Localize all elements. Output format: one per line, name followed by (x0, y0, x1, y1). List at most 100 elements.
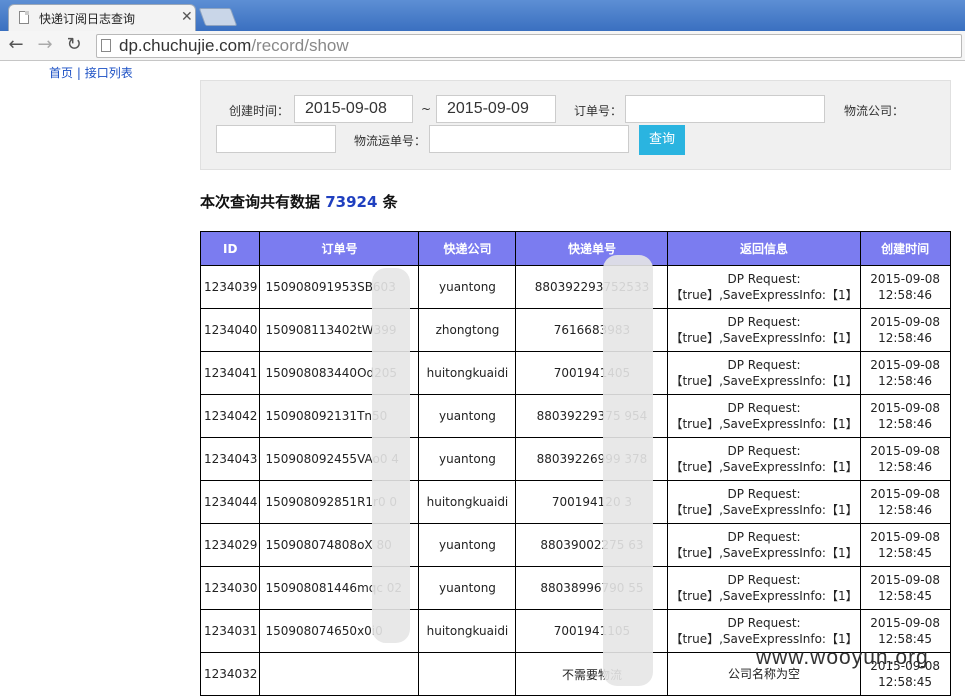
tracking-number-input[interactable] (429, 125, 629, 153)
return-info-line2: 【true】,SaveExpressInfo:【1】 (670, 589, 858, 603)
created-date: 2015-09-08 (870, 401, 940, 415)
table-row: 1234044 150908092851R1r0 0 huitongkuaidi 70… (199, 480, 951, 524)
cell-id: 1234044 (199, 480, 261, 524)
return-info-line1: DP Request: (727, 444, 801, 458)
table-row: 1234029 150908074808oX 80 yuantong 88039002… (199, 523, 951, 567)
logistics-company-input[interactable] (216, 125, 336, 153)
cell-return-info: DP Request: 【true】,SaveExpressInfo:【1】 (667, 351, 861, 395)
created-date: 2015-09-08 (870, 444, 940, 458)
summary-prefix: 本次查询共有数据 (200, 193, 321, 211)
browser-tabstrip: 快递订阅日志查询 ✕ (0, 0, 965, 31)
created-time: 12:58:46 (878, 503, 933, 517)
column-header-order: 订单号 (259, 231, 420, 266)
table-row: 1234041 150908083440Od205 huitongkuaidi 700… (199, 351, 951, 395)
date-from-input[interactable]: 2015-09-08 (294, 95, 413, 123)
cell-express-company: yuantong (418, 265, 517, 309)
home-link[interactable]: 首页 (49, 66, 73, 80)
tab-title: 快递订阅日志查询 (39, 12, 136, 26)
cell-express-company: yuantong (418, 523, 517, 567)
privacy-blur-tracking (603, 255, 653, 686)
back-icon[interactable]: ← (6, 35, 26, 55)
return-info-line2: 【true】,SaveExpressInfo:【1】 (670, 331, 858, 345)
browser-toolbar: ← → ↻ dp.chuchujie.com/record/show (0, 31, 965, 61)
return-info-line2: 【true】,SaveExpressInfo:【1】 (670, 288, 858, 302)
table-row: 1234040 150908113402tW399 zhongtong 7616683… (199, 308, 951, 352)
cell-id: 1234040 (199, 308, 261, 352)
cell-id: 1234042 (199, 394, 261, 438)
reload-icon[interactable]: ↻ (64, 35, 84, 55)
return-info-line2: 【true】,SaveExpressInfo:【1】 (670, 417, 858, 431)
table-row: 1234030 150908081446mqc 02 yuantong 8803899… (199, 566, 951, 610)
cell-express-company: yuantong (418, 394, 517, 438)
watermark: www.wooyun.org (756, 646, 929, 669)
result-summary: 本次查询共有数据 73924 条 (200, 191, 398, 212)
date-to-input[interactable]: 2015-09-09 (436, 95, 556, 123)
cell-express-company (418, 652, 517, 696)
return-info-line2: 【true】,SaveExpressInfo:【1】 (670, 374, 858, 388)
created-time: 12:58:46 (878, 331, 933, 345)
created-date: 2015-09-08 (870, 315, 940, 329)
cell-created-time: 2015-09-08 12:58:46 (859, 351, 951, 395)
return-info-line1: DP Request: (727, 315, 801, 329)
created-time: 12:58:46 (878, 288, 933, 302)
column-header-company: 快递公司 (418, 231, 517, 266)
cell-express-company: yuantong (418, 437, 517, 481)
cell-return-info: DP Request: 【true】,SaveExpressInfo:【1】 (667, 394, 861, 438)
created-time: 12:58:45 (878, 546, 933, 560)
api-list-link[interactable]: 接口列表 (85, 66, 133, 80)
date-range-separator: ~ (421, 102, 432, 116)
cell-return-info: DP Request: 【true】,SaveExpressInfo:【1】 (667, 480, 861, 524)
close-icon[interactable]: ✕ (181, 9, 193, 25)
top-nav: 首页 | 接口列表 (49, 64, 133, 81)
browser-tab-active[interactable]: 快递订阅日志查询 ✕ (8, 4, 196, 31)
return-info-line2: 【true】,SaveExpressInfo:【1】 (670, 546, 858, 560)
cell-return-info: DP Request: 【true】,SaveExpressInfo:【1】 (667, 308, 861, 352)
return-info-line2: 【true】,SaveExpressInfo:【1】 (670, 632, 858, 646)
cell-return-info: DP Request: 【true】,SaveExpressInfo:【1】 (667, 437, 861, 481)
order-number-label: 订单号： (574, 104, 623, 118)
cell-id: 1234032 (199, 652, 261, 696)
address-bar[interactable]: dp.chuchujie.com/record/show (96, 34, 962, 58)
column-header-info: 返回信息 (667, 231, 861, 266)
created-date: 2015-09-08 (870, 487, 940, 501)
cell-created-time: 2015-09-08 12:58:46 (859, 265, 951, 309)
return-info-line2: 【true】,SaveExpressInfo:【1】 (670, 503, 858, 517)
created-date: 2015-09-08 (870, 573, 940, 587)
table-row: 1234039 150908091953SB603 yuantong 88039229… (199, 265, 951, 309)
column-header-id: ID (199, 231, 261, 266)
created-time: 12:58:45 (878, 632, 933, 646)
created-time-label: 创建时间： (229, 104, 290, 118)
privacy-blur-order (372, 268, 410, 643)
created-date: 2015-09-08 (870, 530, 940, 544)
url-text: dp.chuchujie.com/record/show (119, 36, 349, 55)
return-info-line2: 【true】,SaveExpressInfo:【1】 (670, 460, 858, 474)
cell-created-time: 2015-09-08 12:58:46 (859, 437, 951, 481)
return-info-line1: DP Request: (727, 487, 801, 501)
created-time: 12:58:46 (878, 460, 933, 474)
created-date: 2015-09-08 (870, 358, 940, 372)
cell-id: 1234041 (199, 351, 261, 395)
created-time: 12:58:46 (878, 374, 933, 388)
new-tab-button[interactable] (198, 8, 238, 26)
page-icon (19, 11, 29, 24)
return-info-line1: DP Request: (727, 530, 801, 544)
forward-icon[interactable]: → (35, 35, 55, 55)
cell-id: 1234029 (199, 523, 261, 567)
cell-id: 1234031 (199, 609, 261, 653)
cell-express-company: zhongtong (418, 308, 517, 352)
cell-return-info: DP Request: 【true】,SaveExpressInfo:【1】 (667, 523, 861, 567)
result-count: 73924 (325, 193, 378, 211)
summary-suffix: 条 (382, 193, 398, 211)
tracking-number-label: 物流运单号： (354, 134, 427, 148)
search-button[interactable]: 查询 (639, 125, 685, 155)
order-number-input[interactable] (625, 95, 825, 123)
return-info-line1: DP Request: (727, 401, 801, 415)
cell-express-company: yuantong (418, 566, 517, 610)
search-panel: 创建时间： 2015-09-08 ~ 2015-09-09 订单号： 物流公司：… (200, 80, 951, 170)
cell-created-time: 2015-09-08 12:58:45 (859, 523, 951, 567)
cell-express-company: huitongkuaidi (418, 609, 517, 653)
created-date: 2015-09-08 (870, 616, 940, 630)
cell-created-time: 2015-09-08 12:58:46 (859, 394, 951, 438)
cell-created-time: 2015-09-08 12:58:46 (859, 308, 951, 352)
cell-return-info: DP Request: 【true】,SaveExpressInfo:【1】 (667, 566, 861, 610)
